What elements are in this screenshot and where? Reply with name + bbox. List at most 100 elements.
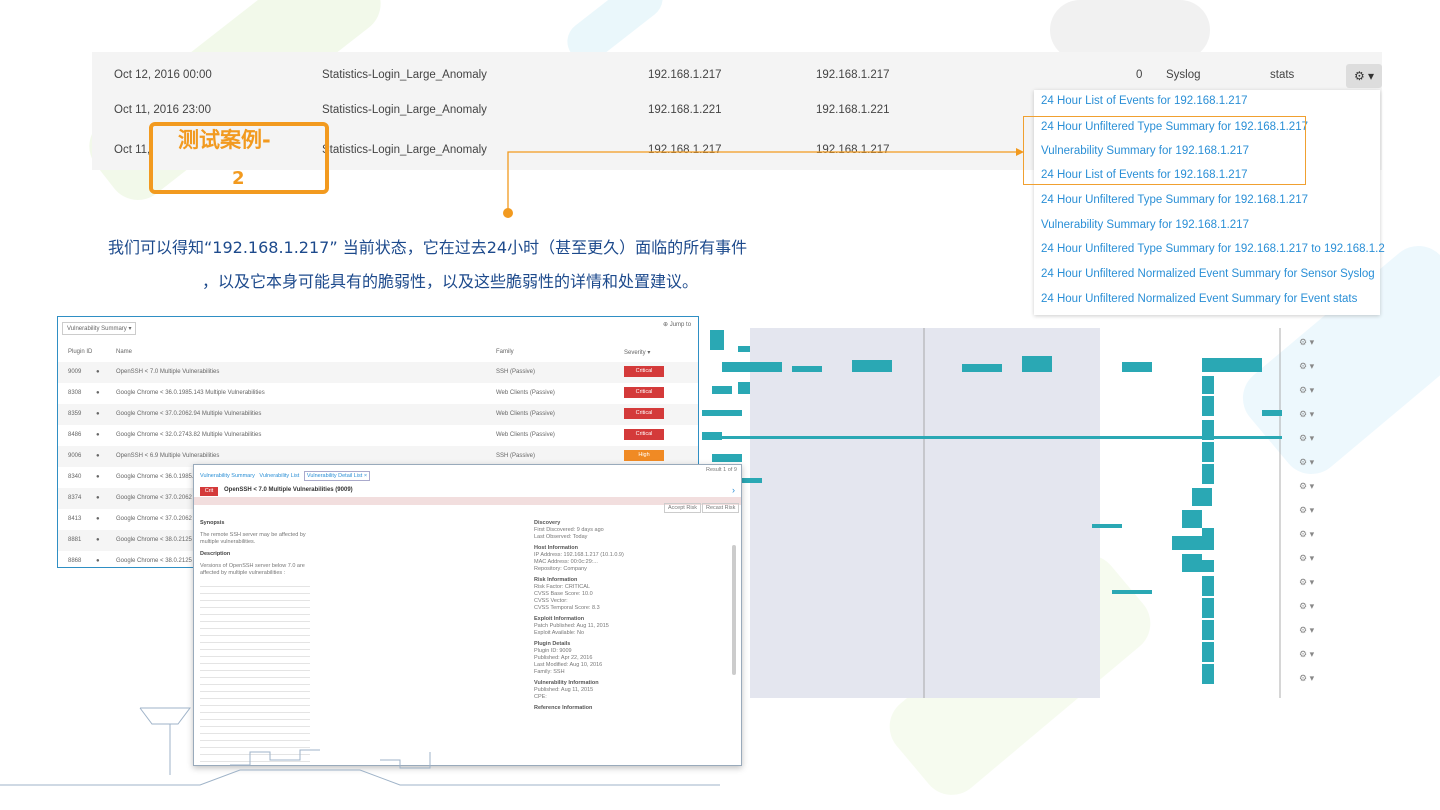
plugin-id: 8868 [68,558,82,564]
tab-vulnerability-list[interactable]: Vulnerability List [259,473,299,479]
plugin-name: OpenSSH < 6.9 Multiple Vulnerabilities [116,453,220,459]
table-header: Plugin ID Name Family Severity ▾ [58,342,698,363]
scrollbar[interactable] [732,545,736,675]
detail-field: IP Address: 192.168.1.217 (10.1.0.9) [534,552,624,558]
info-icon[interactable]: ● [96,369,100,375]
detail-field: Vulnerability Information [534,680,599,686]
next-arrow-icon[interactable]: › [732,485,735,495]
timeline-gear-icon[interactable]: ⚙ ▾ [1299,625,1314,636]
tab-vulnerability-detail-list[interactable]: Vulnerability Detail List × [303,471,371,481]
plugin-name: Google Chrome < 37.0.2062.94 Multiple Vu… [116,411,262,417]
table-row[interactable]: 8308 ● Google Chrome < 36.0.1985.143 Multi… [58,383,698,404]
info-icon[interactable]: ● [96,453,100,459]
detail-field: First Discovered: 9 days ago [534,527,604,533]
detail-field: Last Observed: Today [534,534,588,540]
plugin-id: 8359 [68,411,82,417]
col-name[interactable]: Name [116,349,132,355]
tab-vulnerability-summary[interactable]: Vulnerability Summary [200,473,255,479]
timeline-gear-icon[interactable]: ⚙ ▾ [1299,457,1314,468]
detail-field: Patch Published: Aug 11, 2015 [534,623,609,629]
info-icon[interactable]: ● [96,411,100,417]
recast-risk-button[interactable]: Recast Risk [702,503,740,513]
detail-field: Plugin Details [534,641,571,647]
detail-tabs: Vulnerability Summary Vulnerability List… [200,471,371,481]
plugin-family: Web Clients (Passive) [496,432,555,438]
plugin-name: Google Chrome < 32.0.2743.82 Multiple Vu… [116,432,262,438]
city-outline-illustration [0,707,720,786]
plugin-family: SSH (Passive) [496,369,536,375]
timeline-gear-icon[interactable]: ⚙ ▾ [1299,337,1314,348]
plugin-id: 8413 [68,516,82,522]
plugin-name: Google Chrome < 36.0.1985.143 Multiple V… [116,390,265,396]
timeline-gear-icon[interactable]: ⚙ ▾ [1299,577,1314,588]
detail-field: CVSS Base Score: 10.0 [534,591,593,597]
plugin-id: 8340 [68,474,82,480]
plugin-id: 8374 [68,495,82,501]
plugin-family: Web Clients (Passive) [496,411,555,417]
info-icon[interactable]: ● [96,558,100,564]
table-row[interactable]: 8359 ● Google Chrome < 37.0.2062.94 Multip… [58,404,698,425]
col-plugin-id[interactable]: Plugin ID [68,349,92,355]
detail-field: Family: SSH [534,669,565,675]
detail-field: Discovery [534,520,561,526]
summary-dropdown[interactable]: Vulnerability Summary ▾ [62,322,137,335]
timeline-gear-icon[interactable]: ⚙ ▾ [1299,601,1314,612]
timeline-gear-icon[interactable]: ⚙ ▾ [1299,385,1314,396]
plugin-name: OpenSSH < 7.0 Multiple Vulnerabilities [116,369,220,375]
detail-field: Published: Apr 22, 2016 [534,655,593,661]
detail-field: Plugin ID: 9009 [534,648,572,654]
plugin-name: Google Chrome < 37.0.2062 [116,495,192,501]
table-row[interactable]: 8486 ● Google Chrome < 32.0.2743.82 Multip… [58,425,698,446]
caption-line-1: 我们可以得知“192.168.1.217” 当前状态，它在过去24小时（甚至更久… [108,238,748,257]
plugin-id: 8486 [68,432,82,438]
plugin-id: 9006 [68,453,82,459]
severity-badge: Critical [624,387,664,398]
plugin-id: 8881 [68,537,82,543]
timeline-gear-icon[interactable]: ⚙ ▾ [1299,649,1314,660]
severity-badge: High [624,450,664,461]
plugin-family: SSH (Passive) [496,453,536,459]
jump-to-link[interactable]: ⊕ Jump to [663,321,691,328]
info-icon[interactable]: ● [96,537,100,543]
event-timeline [702,328,1282,698]
severity-badge: Crit [200,487,218,496]
plugin-family: Web Clients (Passive) [496,390,555,396]
severity-badge: Critical [624,408,664,419]
detail-field: CVSS Vector: [534,598,568,604]
plugin-id: 8308 [68,390,82,396]
plugin-name: Google Chrome < 37.0.2062 [116,516,192,522]
col-severity[interactable]: Severity ▾ [624,349,650,356]
description-text: Versions of OpenSSH server below 7.0 are… [200,563,305,576]
plugin-name: Google Chrome < 38.0.2125 [116,537,192,543]
col-family[interactable]: Family [496,349,514,355]
timeline-gear-icon[interactable]: ⚙ ▾ [1299,409,1314,420]
info-icon[interactable]: ● [96,516,100,522]
accept-risk-button[interactable]: Accept Risk [664,503,702,513]
timeline-gear-icon[interactable]: ⚙ ▾ [1299,553,1314,564]
info-icon[interactable]: ● [96,390,100,396]
detail-field: CVSS Temporal Score: 8.3 [534,605,600,611]
severity-badge: Critical [624,366,664,377]
info-icon[interactable]: ● [96,432,100,438]
info-icon[interactable]: ● [96,474,100,480]
info-icon[interactable]: ● [96,495,100,501]
timeline-gear-icon[interactable]: ⚙ ▾ [1299,505,1314,516]
detail-field: Risk Factor: CRITICAL [534,584,590,590]
detail-field: Last Modified: Aug 10, 2016 [534,662,603,668]
red-bar [194,497,741,505]
table-row[interactable]: 9009 ● OpenSSH < 7.0 Multiple Vulnerabilit… [58,362,698,383]
detail-field: MAC Address: 00:0c:29:... [534,559,598,565]
detail-field: Repository: Company [534,566,587,572]
description-heading: Description [200,551,231,557]
timeline-gear-icon[interactable]: ⚙ ▾ [1299,481,1314,492]
caption-line-2: ，以及它本身可能具有的脆弱性，以及这些脆弱性的详情和处置建议。 [202,272,699,291]
plugin-id: 9009 [68,369,82,375]
timeline-gear-icon[interactable]: ⚙ ▾ [1299,529,1314,540]
detail-field: Exploit Information [534,616,585,622]
synopsis-heading: Synopsis [200,520,225,526]
timeline-gear-icon[interactable]: ⚙ ▾ [1299,361,1314,372]
detail-field: Exploit Available: No [534,630,585,636]
detail-field: Risk Information [534,577,578,583]
timeline-gear-icon[interactable]: ⚙ ▾ [1299,673,1314,684]
timeline-gear-icon[interactable]: ⚙ ▾ [1299,433,1314,444]
